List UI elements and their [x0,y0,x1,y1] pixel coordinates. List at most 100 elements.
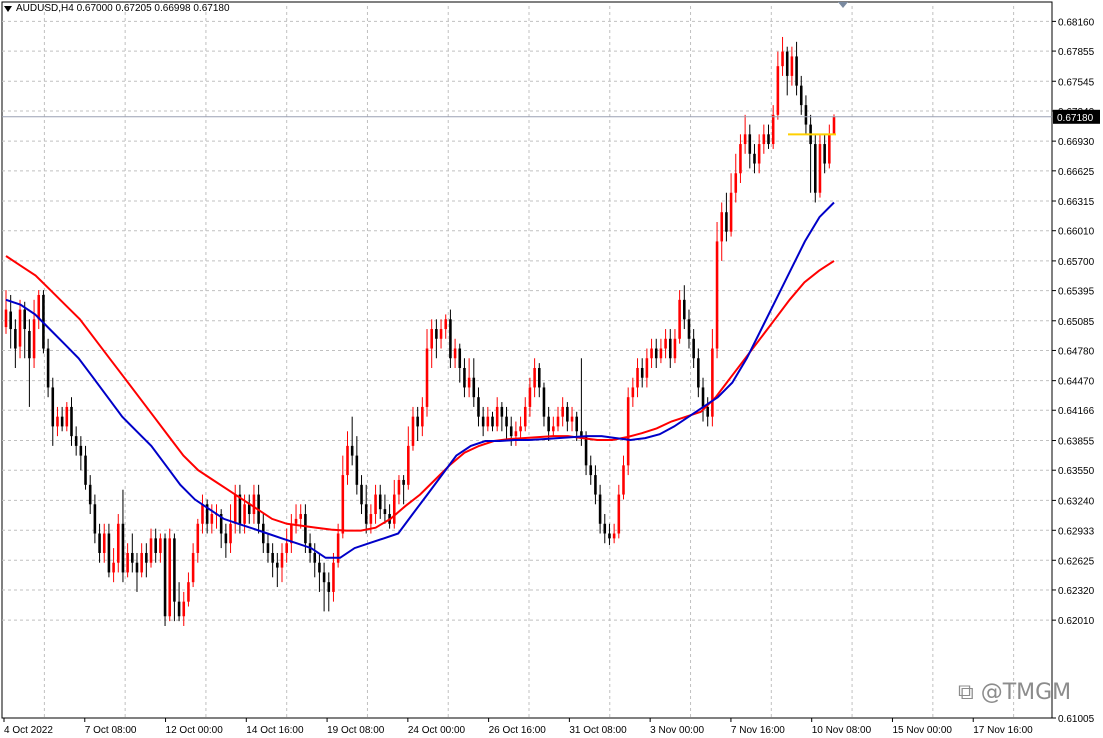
candle-bull [776,66,780,115]
candle-bull [65,406,69,427]
candle-bear [402,479,405,485]
candle-bear [725,212,728,232]
y-tick-label: 0.62625 [1058,556,1095,567]
candle-bear [154,538,157,553]
candle-bull [678,299,681,339]
candle-bull [650,348,653,359]
candle-bear [88,484,92,505]
candle-bear [322,572,326,583]
y-tick-label: 0.61005 [1058,714,1095,725]
x-tick-label: 3 Nov 00:00 [650,725,704,736]
candle-bull [673,338,677,359]
y-tick-label: 0.64780 [1058,346,1095,357]
candle-bear [767,134,770,145]
candle-bear [538,367,541,388]
candle-bull [828,134,831,164]
candle-bear [271,552,274,563]
candle-bull [771,114,775,145]
candle-bull [528,387,532,407]
candle-bull [711,348,714,417]
x-tick-label: 24 Oct 00:00 [408,725,466,736]
y-tick-label: 0.62320 [1058,586,1095,597]
candle-bull [659,348,663,359]
candle-bull [397,479,401,495]
candle-bull [159,538,162,553]
candle-bear [472,377,476,398]
candle-bear [753,153,756,164]
candle-bear [247,504,251,515]
candle-bull [421,406,424,427]
candle-bull [818,144,822,193]
candle-bear [491,416,494,427]
candle-bear [383,509,387,515]
candle-bull [762,134,766,145]
candle-bull [495,406,499,427]
candle-bull [739,144,742,174]
candle-bear [70,406,73,437]
y-tick-label: 0.65395 [1058,287,1095,298]
candle-bear [575,416,578,432]
candle-bull [201,504,204,524]
candle-bear [74,436,78,446]
candle-bear [51,387,55,427]
candle-bear [224,533,228,544]
candle-bull [720,212,724,242]
candle-bear [701,387,705,407]
candle-bear [416,416,419,427]
y-tick-label: 0.65085 [1058,317,1095,328]
y-tick-label: 0.66625 [1058,167,1095,178]
candle-bull [430,329,433,349]
candle-bull [636,367,639,388]
candle-bear [481,416,485,427]
candle-bear [60,416,64,427]
candle-bull [715,241,719,349]
candle-bull [243,504,246,524]
ohlc-values: 0.67000 0.67205 0.66998 0.67180 [76,3,230,14]
y-tick-label: 0.62933 [1058,526,1095,537]
candle-bear [594,475,597,495]
candle-bear [98,533,101,553]
candle-bear [435,329,438,339]
x-tick-label: 7 Oct 08:00 [85,725,137,736]
candle-bull [37,294,41,320]
candle-bull [140,552,143,573]
candle-bear [598,494,602,524]
candle-bear [687,319,691,339]
candle-bull [102,533,106,553]
candle-bull [332,562,335,592]
chart-title: AUDUSD,H4 0.67000 0.67205 0.66998 0.6718… [16,3,230,14]
candle-bull [116,523,120,563]
candle-bear [84,455,87,485]
y-tick-label: 0.67855 [1058,47,1095,58]
candle-bull [369,514,373,524]
candle-bull [626,397,630,466]
candle-bear [355,455,359,485]
candle-bull [556,416,560,427]
x-tick-label: 12 Oct 00:00 [166,725,224,736]
x-tick-label: 15 Nov 00:00 [892,725,952,736]
candle-bull [374,494,377,515]
candle-bull [519,426,522,432]
candle-bull [196,523,200,553]
candle-bull [411,416,415,446]
candle-bear [640,367,644,378]
price-chart[interactable]: 0.681600.678550.675450.672400.669300.666… [0,0,1103,738]
candle-bull [56,416,59,427]
candle-bull [664,338,667,349]
x-tick-label: 31 Oct 08:00 [569,725,627,736]
candle-bull [645,358,649,378]
candle-bear [542,387,546,417]
y-tick-label: 0.66010 [1058,227,1095,238]
candle-bull [622,465,625,495]
candle-bear [603,523,607,534]
y-tick-label: 0.66930 [1058,137,1095,148]
candle-bull [341,475,345,534]
plot-area [1,1,1053,719]
candle-bear [313,552,317,563]
candle-bear [266,543,270,553]
current-price-label: 0.67180 [1057,113,1094,124]
candle-bull [561,406,564,417]
candle-bear [748,134,752,154]
candle-bear [547,416,550,432]
candle-bull [439,329,443,339]
